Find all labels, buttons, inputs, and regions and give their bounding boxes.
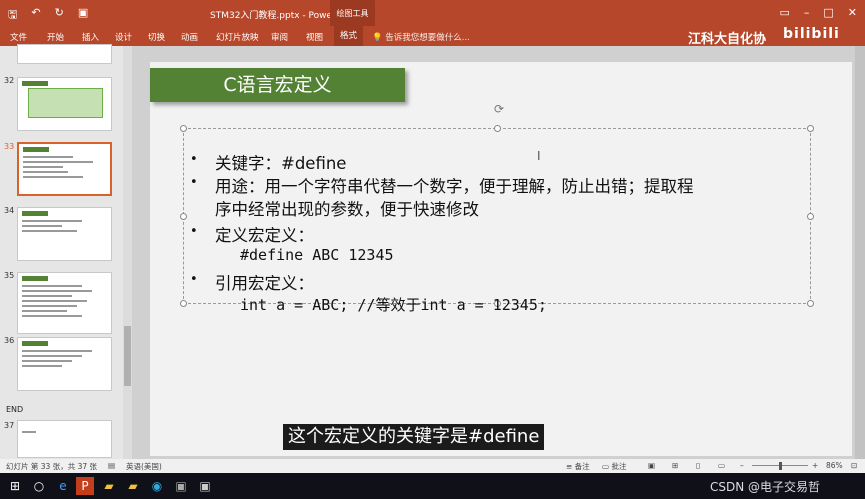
search-icon[interactable]: ○: [30, 477, 48, 495]
ribbon-options-icon[interactable]: ▭: [779, 6, 789, 19]
slide-editor: C语言宏定义 ⟳ • 关键字：#define I • 用途：用一个字符串代替一个…: [132, 46, 865, 459]
lightbulb-icon: 💡: [372, 33, 386, 43]
slide-thumbnail-pane: 32 33 34 35 36 END 37: [0, 44, 132, 459]
tab-transitions[interactable]: 切换: [148, 31, 165, 43]
text-line[interactable]: 关键字：#define: [215, 150, 346, 174]
status-bar: 幻灯片 第 33 张，共 37 张 ▤ 英语(美国) ≡ 备注 ▭ 批注 ▣ ⊞…: [0, 459, 865, 473]
text-line[interactable]: 引用宏定义：: [215, 270, 314, 294]
notes-icon: ≡: [566, 462, 575, 471]
tab-animations[interactable]: 动画: [181, 31, 198, 43]
app-icon[interactable]: ▣: [196, 477, 214, 495]
resize-handle[interactable]: [807, 125, 814, 132]
video-caption: 这个宏定义的关键字是#define: [283, 424, 545, 450]
bullet: •: [190, 272, 198, 287]
fit-slide-icon[interactable]: ⊡: [851, 461, 857, 470]
thumbnail-slide-32[interactable]: [17, 77, 112, 131]
tab-view[interactable]: 视图: [306, 31, 323, 43]
text-line[interactable]: 序中经常出现的参数，便于快速修改: [215, 196, 479, 220]
text-cursor-icon: I: [537, 149, 541, 163]
thumbnail-slide-37[interactable]: [17, 420, 112, 458]
powerpoint-window: 🖫 ↶ ↻ ▣ STM32入门教程.pptx - PowerPoint 绘图工具…: [0, 0, 865, 499]
bilibili-logo: bilibili: [783, 26, 840, 42]
tell-me-search[interactable]: 💡 告诉我您想要做什么...: [372, 31, 470, 43]
thumbnail-number: 32: [4, 76, 15, 85]
resize-handle[interactable]: [180, 213, 187, 220]
undo-icon[interactable]: ↶: [31, 6, 40, 25]
notes-button[interactable]: ≡ 备注: [566, 461, 590, 472]
edge-icon[interactable]: e: [54, 477, 72, 495]
editor-scrollbar[interactable]: [855, 46, 865, 459]
resize-handle[interactable]: [180, 300, 187, 307]
tab-design[interactable]: 设计: [115, 31, 132, 43]
slide-count: 幻灯片 第 33 张，共 37 张: [6, 462, 98, 471]
code-line[interactable]: #define ABC 12345: [240, 246, 394, 264]
tab-review[interactable]: 审阅: [271, 31, 288, 43]
close-icon[interactable]: ✕: [848, 6, 857, 19]
app-icon[interactable]: ▣: [172, 477, 190, 495]
text-line[interactable]: 定义宏定义：: [215, 222, 314, 246]
slide-canvas: C语言宏定义 ⟳ • 关键字：#define I • 用途：用一个字符串代替一个…: [150, 62, 852, 456]
ribbon-tabs: 文件 开始 插入 设计 切换 动画 幻灯片放映 审阅 视图 格式 💡 告诉我您想…: [0, 26, 865, 47]
save-icon[interactable]: 🖫: [8, 6, 17, 25]
window-controls: ▭ – □ ✕: [779, 6, 857, 19]
drawing-tools-label: 绘图工具: [330, 0, 375, 26]
windows-start-icon[interactable]: ⊞: [6, 477, 24, 495]
title-bar: 🖫 ↶ ↻ ▣ STM32入门教程.pptx - PowerPoint 绘图工具…: [0, 0, 865, 26]
resize-handle[interactable]: [180, 125, 187, 132]
bullet: •: [190, 152, 198, 167]
tab-slideshow[interactable]: 幻灯片放映: [216, 31, 259, 43]
bullet: •: [190, 224, 198, 239]
redo-icon[interactable]: ↻: [55, 6, 64, 25]
spellcheck-icon[interactable]: ▤: [108, 461, 115, 470]
zoom-out-icon[interactable]: –: [740, 461, 744, 470]
powerpoint-icon[interactable]: P: [76, 477, 94, 495]
resize-handle[interactable]: [494, 125, 501, 132]
tab-home[interactable]: 开始: [47, 31, 64, 43]
scrollbar-thumb[interactable]: [124, 326, 131, 386]
resize-handle[interactable]: [807, 213, 814, 220]
text-line[interactable]: 用途：用一个字符串代替一个数字，便于理解，防止出错；提取程: [215, 173, 694, 197]
comments-button[interactable]: ▭ 批注: [602, 461, 626, 472]
thumbnail-number: 37: [4, 421, 15, 430]
thumbnail-partial[interactable]: [17, 44, 112, 64]
slideshow-view-icon[interactable]: ▭: [718, 461, 725, 470]
thumbnail-number: 35: [4, 271, 15, 280]
language-status[interactable]: 英语(美国): [126, 461, 162, 472]
zoom-level[interactable]: 86%: [826, 461, 843, 470]
tab-file[interactable]: 文件: [10, 31, 27, 43]
channel-brand: 江科大自化协: [688, 32, 767, 47]
thumbnail-number: 34: [4, 206, 15, 215]
csdn-watermark: CSDN @电子交易哲: [710, 480, 821, 494]
thumbnail-slide-36[interactable]: [17, 337, 112, 391]
rotate-handle-icon[interactable]: ⟳: [494, 102, 504, 116]
thumbnail-slide-33[interactable]: [17, 142, 112, 196]
slide-title[interactable]: C语言宏定义: [150, 68, 405, 102]
normal-view-icon[interactable]: ▣: [648, 461, 655, 470]
thumbnail-scrollbar[interactable]: [123, 46, 132, 459]
tab-format[interactable]: 格式: [334, 26, 364, 46]
thumbnail-slide-35[interactable]: [17, 272, 112, 334]
thumbnail-number: 36: [4, 336, 15, 345]
thumbnail-number: 33: [4, 142, 15, 151]
start-slideshow-icon[interactable]: ▣: [78, 6, 88, 25]
code-line[interactable]: int a = ABC; //等效于int a = 12345;: [240, 294, 547, 315]
quick-access-toolbar: 🖫 ↶ ↻ ▣: [8, 6, 88, 25]
slide-sorter-icon[interactable]: ⊞: [672, 461, 678, 470]
minimize-icon[interactable]: –: [804, 6, 810, 19]
zoom-in-icon[interactable]: +: [812, 461, 818, 470]
thumbnail-slide-34[interactable]: [17, 207, 112, 261]
tab-insert[interactable]: 插入: [82, 31, 99, 43]
file-explorer-icon[interactable]: ▰: [100, 477, 118, 495]
reading-view-icon[interactable]: ▯: [696, 461, 700, 470]
zoom-slider-thumb[interactable]: [779, 462, 782, 470]
app-icon[interactable]: ◉: [148, 477, 166, 495]
section-label[interactable]: END: [6, 405, 23, 414]
maximize-icon[interactable]: □: [823, 6, 833, 19]
bullet: •: [190, 175, 198, 190]
resize-handle[interactable]: [807, 300, 814, 307]
folder-icon[interactable]: ▰: [124, 477, 142, 495]
